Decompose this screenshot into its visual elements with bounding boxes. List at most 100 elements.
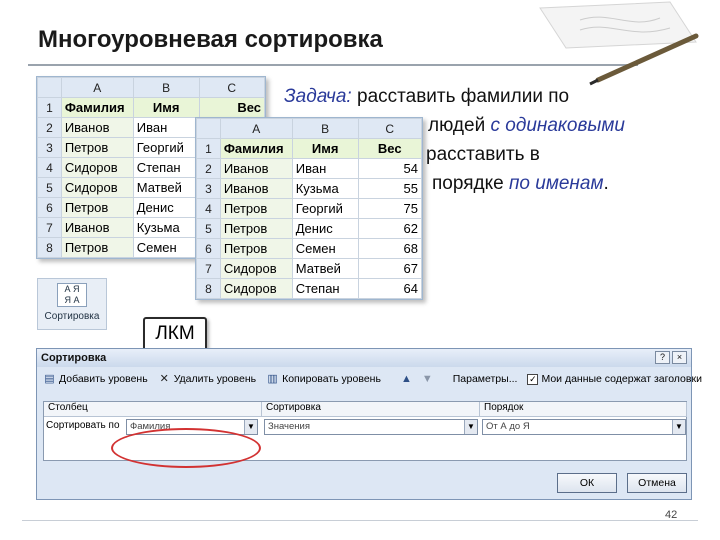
- row-number: 8: [196, 278, 221, 299]
- column-header-a[interactable]: A: [219, 118, 293, 139]
- column-header-order: Порядок: [480, 402, 687, 417]
- table-cell[interactable]: Петров: [60, 237, 134, 258]
- table-cell[interactable]: Иванов: [60, 217, 134, 238]
- add-level-button[interactable]: ▤ Добавить уровень: [43, 373, 147, 385]
- close-button[interactable]: ×: [672, 351, 687, 364]
- table-cell[interactable]: 62: [357, 218, 423, 239]
- task-text: порядке: [432, 173, 509, 194]
- copy-level-icon: ▥: [267, 373, 278, 385]
- header-cell[interactable]: Вес: [357, 138, 423, 159]
- table-cell[interactable]: 64: [357, 278, 423, 299]
- table-cell[interactable]: Денис: [291, 218, 359, 239]
- spreadsheet-sorted: A B C 1 Фамилия Имя Вес 2 Иванов Иван 54 3И…: [195, 117, 423, 300]
- table-cell[interactable]: Иванов: [219, 158, 293, 179]
- table-cell[interactable]: Семен: [291, 238, 359, 259]
- table-cell[interactable]: Иван: [291, 158, 359, 179]
- ok-button[interactable]: ОК: [557, 473, 617, 493]
- table-cell[interactable]: 75: [357, 198, 423, 219]
- table-cell[interactable]: Матвей: [291, 258, 359, 279]
- row-number: 2: [196, 158, 221, 179]
- footer-divider: [22, 520, 698, 521]
- table-cell[interactable]: Сидоров: [60, 177, 134, 198]
- column-header-c[interactable]: C: [357, 118, 423, 139]
- header-cell[interactable]: Вес: [198, 97, 266, 118]
- headers-checkbox[interactable]: ✓ Мои данные содержат заголовки: [527, 373, 702, 385]
- table-cell[interactable]: Иванов: [219, 178, 293, 199]
- sort-on-select[interactable]: Значения ▼: [264, 419, 478, 435]
- sort-button-label: Сортировка: [44, 311, 100, 322]
- table-cell[interactable]: Петров: [60, 137, 134, 158]
- header-cell[interactable]: Фамилия: [60, 97, 134, 118]
- table-cell[interactable]: Иван: [132, 117, 200, 138]
- table-cell[interactable]: Матвей: [132, 177, 200, 198]
- delete-level-button[interactable]: ✕ Удалить уровень: [158, 373, 257, 385]
- table-cell[interactable]: Петров: [219, 198, 293, 219]
- task-line-1: Задача: расставить фамилии по: [284, 86, 569, 108]
- delete-x-icon: ✕: [159, 373, 169, 385]
- order-select[interactable]: От А до Я ▼: [482, 419, 686, 435]
- column-header-a[interactable]: A: [60, 77, 134, 98]
- lmb-callout: ЛКМ: [143, 317, 207, 351]
- header-cell[interactable]: Фамилия: [219, 138, 293, 159]
- slide-title: Многоуровневая сортировка: [38, 26, 383, 53]
- row-number: 8: [37, 237, 62, 258]
- table-cell[interactable]: 54: [357, 158, 423, 179]
- task-line-3: расставить в: [426, 144, 540, 166]
- table-cell[interactable]: Сидоров: [60, 157, 134, 178]
- header-cell[interactable]: Имя: [291, 138, 359, 159]
- corner-cell: [37, 77, 62, 98]
- copy-level-button[interactable]: ▥ Копировать уровень: [266, 373, 381, 385]
- column-header-column: Столбец: [44, 402, 262, 417]
- move-up-arrow-icon[interactable]: ▲: [401, 373, 412, 385]
- options-button[interactable]: Параметры...: [453, 373, 518, 385]
- sort-ribbon-button[interactable]: А ЯЯ А Сортировка: [37, 278, 107, 330]
- header-cell[interactable]: Имя: [132, 97, 200, 118]
- chevron-down-icon: ▼: [464, 420, 477, 434]
- table-cell[interactable]: Кузьма: [132, 217, 200, 238]
- row-number: 6: [37, 197, 62, 218]
- help-button[interactable]: ?: [655, 351, 670, 364]
- sort-az-icon: А ЯЯ А: [57, 283, 87, 307]
- table-cell[interactable]: Денис: [132, 197, 200, 218]
- table-cell[interactable]: Сидоров: [219, 278, 293, 299]
- chevron-down-icon: ▼: [244, 420, 257, 434]
- table-cell[interactable]: Кузьма: [291, 178, 359, 199]
- task-label: Задача:: [284, 86, 352, 107]
- table-cell[interactable]: 68: [357, 238, 423, 259]
- table-cell[interactable]: Степан: [132, 157, 200, 178]
- table-cell[interactable]: Георгий: [132, 137, 200, 158]
- row-number: 1: [37, 97, 62, 118]
- page-number: 42: [665, 509, 678, 521]
- column-header-b[interactable]: B: [132, 77, 200, 98]
- column-header-c[interactable]: C: [198, 77, 266, 98]
- table-cell[interactable]: Петров: [60, 197, 134, 218]
- row-number: 5: [37, 177, 62, 198]
- table-cell[interactable]: Сидоров: [219, 258, 293, 279]
- row-number: 2: [37, 117, 62, 138]
- task-emphasis: с одинаковыми: [490, 115, 625, 136]
- task-text: расставить фамилии по: [357, 86, 570, 107]
- row-number: 7: [37, 217, 62, 238]
- table-cell[interactable]: 67: [357, 258, 423, 279]
- column-header-sort-on: Сортировка: [262, 402, 480, 417]
- row-number: 7: [196, 258, 221, 279]
- row-number: 5: [196, 218, 221, 239]
- table-cell[interactable]: Георгий: [291, 198, 359, 219]
- column-header-b[interactable]: B: [291, 118, 359, 139]
- task-text: расставить в: [426, 144, 540, 165]
- table-cell[interactable]: 55: [357, 178, 423, 199]
- table-cell[interactable]: Степан: [291, 278, 359, 299]
- chevron-down-icon: ▼: [672, 420, 685, 434]
- corner-cell: [196, 118, 221, 139]
- cancel-button[interactable]: Отмена: [627, 473, 687, 493]
- checkbox-checked-icon: ✓: [527, 373, 539, 385]
- row-number: 6: [196, 238, 221, 259]
- table-cell[interactable]: Иванов: [60, 117, 134, 138]
- table-cell[interactable]: Семен: [132, 237, 200, 258]
- table-cell[interactable]: Петров: [219, 218, 293, 239]
- table-cell[interactable]: Петров: [219, 238, 293, 259]
- move-down-arrow-icon[interactable]: ▼: [422, 373, 433, 385]
- task-text: людей: [428, 115, 491, 136]
- pencil-decoration-icon: [539, 1, 699, 86]
- row-number: 1: [196, 138, 221, 159]
